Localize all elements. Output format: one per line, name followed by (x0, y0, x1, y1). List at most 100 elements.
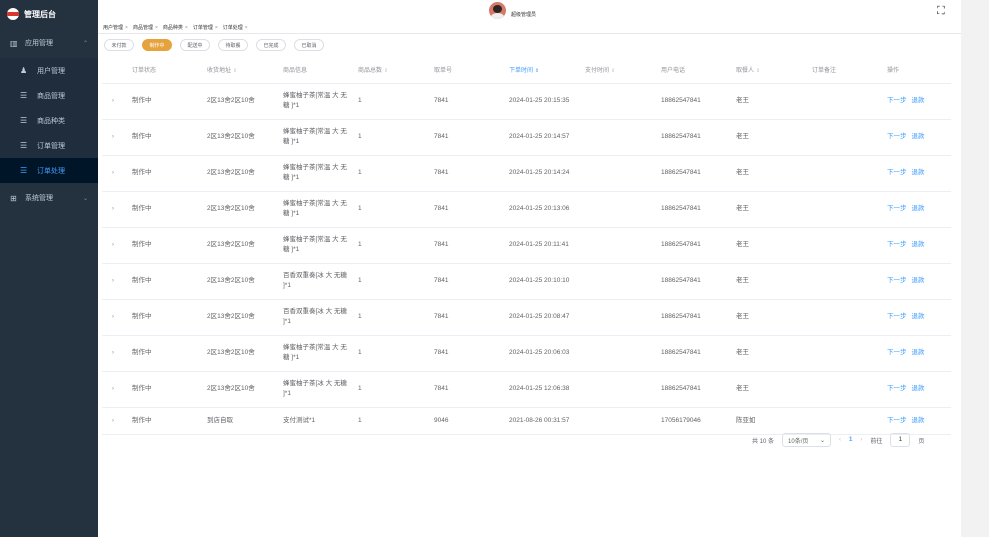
list-icon: ☰ (20, 116, 28, 125)
avatar[interactable] (489, 2, 506, 19)
expand-row-icon[interactable]: › (102, 263, 124, 300)
refund-link[interactable]: 退款 (912, 205, 925, 212)
tag-products[interactable]: 商品管理 × (133, 24, 158, 31)
previous-page-icon[interactable]: ‹ (839, 437, 841, 443)
brand[interactable]: 管理后台 (0, 0, 98, 28)
column-header[interactable]: 取餐人 ⇕ (728, 56, 804, 84)
filter-delivering-button[interactable]: 配送中 (180, 39, 210, 51)
next-page-icon[interactable]: › (860, 437, 862, 443)
actions-cell: 下一步 退款 (879, 299, 951, 336)
orders-table: 订单状态 收货地址 ⇕ 商品信息 商品总数 ⇕ 取单号 下单时间 ⇕ 支付时间 ⇕ 用户… (102, 56, 951, 435)
next-step-link[interactable]: 下一步 (887, 133, 907, 140)
next-step-link[interactable]: 下一步 (887, 349, 907, 356)
item-count-cell: 1 (350, 227, 426, 264)
next-step-link[interactable]: 下一步 (887, 205, 907, 212)
actions-cell: 下一步 退款 (879, 335, 951, 372)
refund-link[interactable]: 退款 (912, 277, 925, 284)
column-header[interactable]: 收货地址 ⇕ (199, 56, 275, 84)
refund-link[interactable]: 退款 (912, 169, 925, 176)
tag-users[interactable]: 用户管理 × (103, 24, 128, 31)
pickup-number-cell: 7841 (426, 83, 501, 120)
product-info-cell: 蜂蜜柚子茶[常温 大 无糖 ]*1 (275, 335, 350, 372)
refund-link[interactable]: 退款 (912, 133, 925, 140)
recipient-cell: 老王 (728, 155, 804, 192)
tag-order-processing[interactable]: 订单处理 × (223, 24, 248, 31)
address-cell: 2区13舍2区10舍 (199, 299, 275, 336)
user-icon: ♟ (20, 66, 28, 75)
expand-row-icon[interactable]: › (102, 119, 124, 156)
order-time-cell: 2021-08-26 00:31:57 (501, 407, 577, 435)
next-step-link[interactable]: 下一步 (887, 385, 907, 392)
sort-icon[interactable]: ⇕ (611, 68, 615, 74)
next-step-link[interactable]: 下一步 (887, 169, 907, 176)
filter-pickup-button[interactable]: 待取餐 (218, 39, 248, 51)
expand-row-icon[interactable]: › (102, 335, 124, 372)
filter-making-button[interactable]: 制作中 (142, 39, 172, 51)
refund-link[interactable]: 退款 (912, 385, 925, 392)
page-jump-input[interactable]: 1 (890, 433, 911, 447)
refund-link[interactable]: 退款 (912, 349, 925, 356)
pickup-number-cell: 7841 (426, 299, 501, 336)
close-icon[interactable]: × (245, 25, 248, 31)
page-size-select[interactable]: 10条/页 ⌄ (782, 433, 832, 447)
expand-row-icon[interactable]: › (102, 299, 124, 336)
menu-group-app[interactable]: ▥ 应用管理 ⌃ (0, 28, 98, 58)
next-step-link[interactable]: 下一步 (887, 97, 907, 104)
close-icon[interactable]: × (125, 25, 128, 31)
product-info-cell: 蜂蜜柚子茶[常温 大 无糖 ]*1 (275, 155, 350, 192)
expand-row-icon[interactable]: › (102, 155, 124, 192)
close-icon[interactable]: × (185, 25, 188, 31)
close-icon[interactable]: × (215, 25, 218, 31)
tag-label: 商品种类 (162, 25, 183, 31)
main-content: 超级管理员 ⛶ 用户管理 × 商品管理 × 商品种类 × 订单管理 × 订单处理 × 未付… (98, 0, 961, 537)
recipient-cell: 老王 (728, 335, 804, 372)
table-row: › 制作中 2区13舍2区10舍 蜂蜜柚子茶[常温 大 无糖 ]*1 1 7841 2024… (102, 227, 951, 264)
page-unit-label: 页 (918, 438, 925, 445)
sort-icon[interactable]: ⇕ (233, 68, 237, 74)
refund-link[interactable]: 退款 (912, 313, 925, 320)
tag-orders[interactable]: 订单管理 × (193, 24, 218, 31)
product-info-cell: 支付测试*1 (275, 407, 350, 435)
next-step-link[interactable]: 下一步 (887, 417, 907, 424)
column-header[interactable]: 下单时间 ⇕ (501, 56, 577, 84)
sidebar-item-orders[interactable]: ☰ 订单管理 (0, 133, 98, 158)
column-header: 商品信息 (275, 56, 350, 84)
filter-cancelled-button[interactable]: 已取消 (294, 39, 324, 51)
column-header[interactable]: 支付时间 ⇕ (577, 56, 653, 84)
sort-icon[interactable]: ⇕ (535, 68, 539, 74)
right-page-margin (961, 0, 989, 537)
actions-cell: 下一步 退款 (879, 407, 951, 435)
fullscreen-icon[interactable]: ⛶ (937, 5, 945, 18)
expand-row-icon[interactable]: › (102, 83, 124, 120)
close-icon[interactable]: × (155, 25, 158, 31)
next-step-link[interactable]: 下一步 (887, 313, 907, 320)
sort-icon[interactable]: ⇕ (756, 68, 760, 74)
next-step-link[interactable]: 下一步 (887, 277, 907, 284)
recipient-cell: 陈亚如 (728, 407, 804, 435)
table-row: › 制作中 到店自取 支付测试*1 1 9046 2021-08-26 00:31:57 17… (102, 407, 951, 435)
column-header[interactable]: 商品总数 ⇕ (350, 56, 426, 84)
sidebar-item-product-categories[interactable]: ☰ 商品种类 (0, 108, 98, 133)
expand-row-icon[interactable]: › (102, 191, 124, 228)
next-step-link[interactable]: 下一步 (887, 241, 907, 248)
current-page[interactable]: 1 (849, 437, 852, 443)
username[interactable]: 超级管理员 (511, 11, 536, 18)
filter-completed-button[interactable]: 已完成 (256, 39, 286, 51)
sidebar-item-users[interactable]: ♟ 用户管理 (0, 58, 98, 83)
sidebar-item-products[interactable]: ☰ 商品管理 (0, 83, 98, 108)
refund-link[interactable]: 退款 (912, 417, 925, 424)
menu-group-system[interactable]: ⊞ 系统管理 ⌄ (0, 183, 98, 213)
address-cell: 2区13舍2区10舍 (199, 335, 275, 372)
refund-link[interactable]: 退款 (912, 97, 925, 104)
sidebar-item-order-processing[interactable]: ☰ 订单处理 (0, 158, 98, 183)
sort-icon[interactable]: ⇕ (384, 68, 388, 74)
phone-cell: 17056179046 (653, 407, 728, 435)
actions-cell: 下一步 退款 (879, 119, 951, 156)
refund-link[interactable]: 退款 (912, 241, 925, 248)
expand-row-icon[interactable]: › (102, 227, 124, 264)
phone-cell: 18862547841 (653, 191, 728, 228)
filter-unpaid-button[interactable]: 未付款 (104, 39, 134, 51)
expand-row-icon[interactable]: › (102, 407, 124, 435)
tag-product-categories[interactable]: 商品种类 × (163, 24, 188, 31)
expand-row-icon[interactable]: › (102, 371, 124, 408)
